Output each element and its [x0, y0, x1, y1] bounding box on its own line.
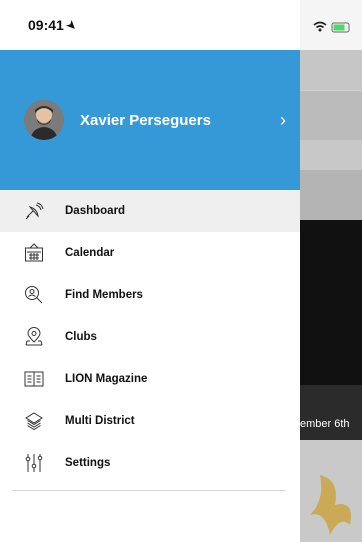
menu-item-settings[interactable]: Settings — [0, 442, 300, 484]
background-caption: ember 6th — [300, 418, 350, 430]
background-section — [300, 90, 362, 140]
menu-label: Settings — [65, 457, 111, 469]
menu-label: Dashboard — [65, 205, 126, 217]
profile-name: Xavier Perseguers — [80, 111, 211, 129]
menu-item-clubs[interactable]: Clubs — [0, 316, 300, 358]
background-hero-image — [300, 220, 362, 385]
sliders-icon — [24, 453, 44, 473]
background-status-bar — [300, 0, 362, 50]
menu-item-calendar[interactable]: Calendar — [0, 232, 300, 274]
background-nav-bar — [300, 50, 362, 90]
menu-item-multi-district[interactable]: Multi District — [0, 400, 300, 442]
profile-header[interactable]: Xavier Perseguers › — [0, 50, 300, 190]
avatar — [24, 100, 64, 140]
menu-item-find-members[interactable]: Find Members — [0, 274, 300, 316]
layers-icon — [24, 411, 44, 431]
menu-list: Dashboard Calendar Find Members Clubs LI… — [0, 190, 300, 491]
menu-label: Multi District — [65, 415, 135, 427]
navigation-drawer: 09:41 ➤ Xavier Perseguers › Dashboard Ca… — [0, 0, 300, 542]
background-section — [300, 170, 362, 220]
lion-logo-partial — [310, 475, 351, 535]
status-time: 09:41 — [28, 17, 64, 33]
menu-label: LION Magazine — [65, 373, 148, 385]
calendar-icon — [24, 243, 44, 263]
background-app[interactable]: ember 6th — [300, 0, 362, 542]
search-person-icon — [24, 285, 44, 305]
menu-label: Calendar — [65, 247, 115, 259]
background-caption-strip — [300, 385, 362, 440]
location-pin-icon — [24, 327, 44, 347]
location-arrow-icon: ➤ — [63, 17, 79, 33]
menu-item-lion-magazine[interactable]: LION Magazine — [0, 358, 300, 400]
wifi-battery-icons — [312, 21, 352, 36]
menu-label: Find Members — [65, 289, 143, 301]
menu-label: Clubs — [65, 331, 97, 343]
menu-item-dashboard[interactable]: Dashboard — [0, 190, 300, 232]
background-section — [300, 140, 362, 170]
chevron-right-icon: › — [280, 109, 286, 130]
status-bar: 09:41 ➤ — [0, 0, 300, 50]
menu-divider — [12, 490, 286, 491]
magazine-icon — [24, 369, 44, 389]
satellite-dish-icon — [24, 201, 44, 221]
